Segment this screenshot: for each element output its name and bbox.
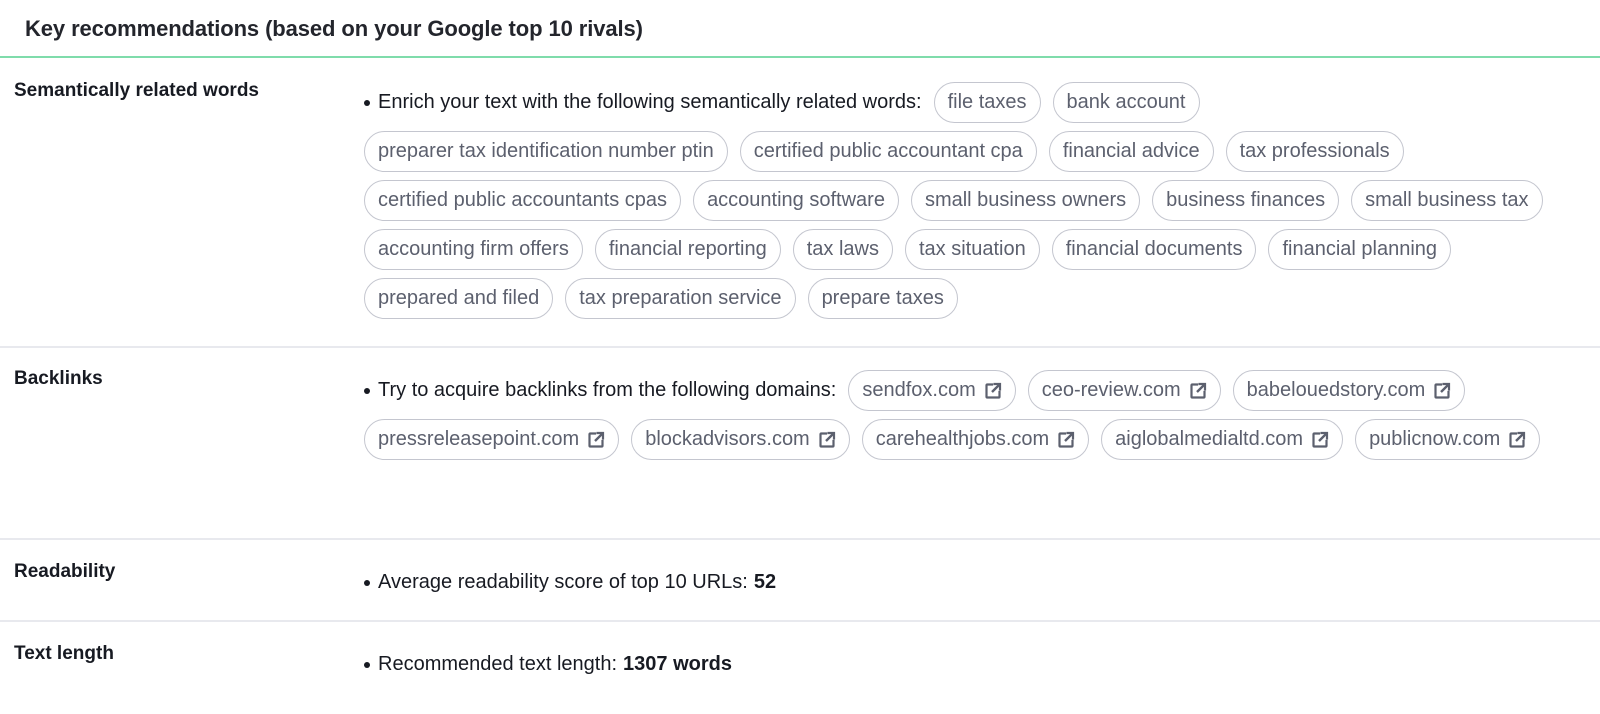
backlink-domain-pill[interactable]: aiglobalmedialtd.com — [1101, 419, 1344, 460]
external-link-icon[interactable] — [587, 431, 605, 449]
section-text-length: Text length Recommended text length: 130… — [0, 622, 1600, 712]
external-link-icon[interactable] — [1189, 382, 1207, 400]
section-label-text-length: Text length — [14, 643, 114, 664]
backlink-domain-pill[interactable]: babelouedstory.com — [1232, 370, 1466, 411]
backlinks-intro: Try to acquire backlinks from the follow… — [364, 379, 836, 402]
semantic-word-pill[interactable]: financial planning — [1268, 229, 1452, 270]
semantic-word-label: accounting software — [707, 189, 885, 211]
semantic-word-pill[interactable]: accounting software — [693, 180, 899, 221]
semantic-word-pill[interactable]: tax laws — [792, 229, 893, 270]
key-recommendations-panel: Key recommendations (based on your Googl… — [0, 0, 1600, 712]
semantic-word-pill[interactable]: prepared and filed — [364, 278, 554, 319]
external-link-icon[interactable] — [984, 382, 1002, 400]
semantic-word-pill[interactable]: tax situation — [904, 229, 1040, 270]
section-body-semantic-words: Enrich your text with the following sema… — [364, 58, 1600, 346]
semantic-word-pill[interactable]: small business tax — [1351, 180, 1543, 221]
backlink-domain-label: babelouedstory.com — [1246, 379, 1426, 401]
semantic-word-pill[interactable]: preparer tax identification number ptin — [364, 131, 728, 172]
semantic-word-label: certified public accountants cpas — [378, 189, 668, 211]
semantic-word-label: prepare taxes — [821, 287, 944, 309]
external-link-icon[interactable] — [1057, 431, 1075, 449]
readability-text-line: Average readability score of top 10 URLs… — [364, 571, 776, 594]
backlink-domains-list: Try to acquire backlinks from the follow… — [364, 370, 1570, 460]
backlink-domain-pill[interactable]: ceo-review.com — [1027, 370, 1221, 411]
panel-title: Key recommendations (based on your Googl… — [25, 16, 643, 41]
section-readability: Readability Average readability score of… — [0, 540, 1600, 622]
semantic-word-pill[interactable]: financial reporting — [594, 229, 781, 270]
backlink-domain-label: pressreleasepoint.com — [378, 428, 580, 450]
section-label-readability: Readability — [14, 561, 116, 582]
semantic-word-pill[interactable]: tax preparation service — [565, 278, 796, 319]
semantic-word-pill[interactable]: bank account — [1052, 82, 1200, 123]
readability-score: 52 — [753, 571, 777, 593]
external-link-icon[interactable] — [1433, 382, 1451, 400]
section-semantic-words: Semantically related words Enrich your t… — [0, 58, 1600, 348]
text-length-value: 1307 words — [623, 653, 732, 675]
semantic-word-label: small business tax — [1365, 189, 1529, 211]
backlink-domain-label: carehealthjobs.com — [875, 428, 1050, 450]
semantic-word-pill[interactable]: tax professionals — [1225, 131, 1404, 172]
semantic-word-label: certified public accountant cpa — [753, 140, 1023, 162]
semantic-word-label: financial planning — [1282, 238, 1438, 260]
section-label-backlinks: Backlinks — [14, 368, 103, 389]
external-link-icon[interactable] — [1311, 431, 1329, 449]
section-body-text-length: Recommended text length: 1307 words — [364, 622, 1600, 712]
readability-text: Average readability score of top 10 URLs… — [378, 571, 748, 593]
semantic-word-label: preparer tax identification number ptin — [378, 140, 714, 162]
backlink-domain-pill[interactable]: sendfox.com — [848, 370, 1016, 411]
semantic-word-label: tax preparation service — [579, 287, 782, 309]
semantic-word-pill[interactable]: file taxes — [933, 82, 1041, 123]
readability-line: Average readability score of top 10 URLs… — [364, 571, 1570, 594]
backlink-domain-pill[interactable]: carehealthjobs.com — [861, 419, 1090, 460]
semantic-word-label: small business owners — [924, 189, 1127, 211]
bullet-icon — [364, 661, 370, 668]
semantic-word-label: bank account — [1066, 91, 1186, 113]
semantic-word-pill[interactable]: business finances — [1152, 180, 1340, 221]
backlink-domain-label: publicnow.com — [1369, 428, 1501, 450]
semantic-word-label: tax situation — [918, 238, 1026, 260]
backlink-domain-label: aiglobalmedialtd.com — [1115, 428, 1304, 450]
text-length-text: Recommended text length: — [378, 653, 618, 675]
semantic-word-label: tax laws — [806, 238, 879, 260]
semantic-word-pill[interactable]: accounting firm offers — [364, 229, 583, 270]
backlinks-intro-text: Try to acquire backlinks from the follow… — [378, 379, 837, 401]
bullet-icon — [364, 387, 370, 394]
semantic-word-label: financial advice — [1062, 140, 1200, 162]
section-body-readability: Average readability score of top 10 URLs… — [364, 540, 1600, 620]
semantic-word-label: accounting firm offers — [378, 238, 569, 260]
semantic-word-label: business finances — [1166, 189, 1326, 211]
backlink-domain-label: sendfox.com — [862, 379, 976, 401]
semantic-word-pill[interactable]: prepare taxes — [807, 278, 958, 319]
semantic-word-pill[interactable]: financial advice — [1048, 131, 1214, 172]
semantic-word-pill[interactable]: financial documents — [1051, 229, 1257, 270]
backlink-domain-label: ceo-review.com — [1041, 379, 1181, 401]
bullet-icon — [364, 579, 370, 586]
semantic-word-label: file taxes — [947, 91, 1027, 113]
text-length-text-line: Recommended text length: 1307 words — [364, 653, 732, 676]
semantic-intro: Enrich your text with the following sema… — [364, 91, 922, 114]
section-backlinks: Backlinks Try to acquire backlinks from … — [0, 348, 1600, 540]
semantic-word-label: prepared and filed — [378, 287, 540, 309]
semantic-words-list: Enrich your text with the following sema… — [364, 82, 1570, 319]
semantic-word-label: financial documents — [1065, 238, 1243, 260]
semantic-word-pill[interactable]: certified public accountants cpas — [364, 180, 682, 221]
semantic-word-label: tax professionals — [1239, 140, 1390, 162]
panel-header: Key recommendations (based on your Googl… — [0, 0, 1600, 58]
semantic-intro-text: Enrich your text with the following sema… — [378, 91, 922, 113]
semantic-word-pill[interactable]: small business owners — [910, 180, 1141, 221]
external-link-icon[interactable] — [818, 431, 836, 449]
backlink-domain-pill[interactable]: blockadvisors.com — [631, 419, 850, 460]
section-body-backlinks: Try to acquire backlinks from the follow… — [364, 348, 1600, 538]
backlink-domain-pill[interactable]: publicnow.com — [1355, 419, 1541, 460]
section-label-semantic-words: Semantically related words — [14, 80, 259, 101]
bullet-icon — [364, 99, 370, 106]
semantic-word-label: financial reporting — [608, 238, 767, 260]
text-length-line: Recommended text length: 1307 words — [364, 653, 1570, 676]
external-link-icon[interactable] — [1508, 431, 1526, 449]
backlink-domain-label: blockadvisors.com — [645, 428, 810, 450]
semantic-word-pill[interactable]: certified public accountant cpa — [739, 131, 1037, 172]
backlink-domain-pill[interactable]: pressreleasepoint.com — [364, 419, 620, 460]
